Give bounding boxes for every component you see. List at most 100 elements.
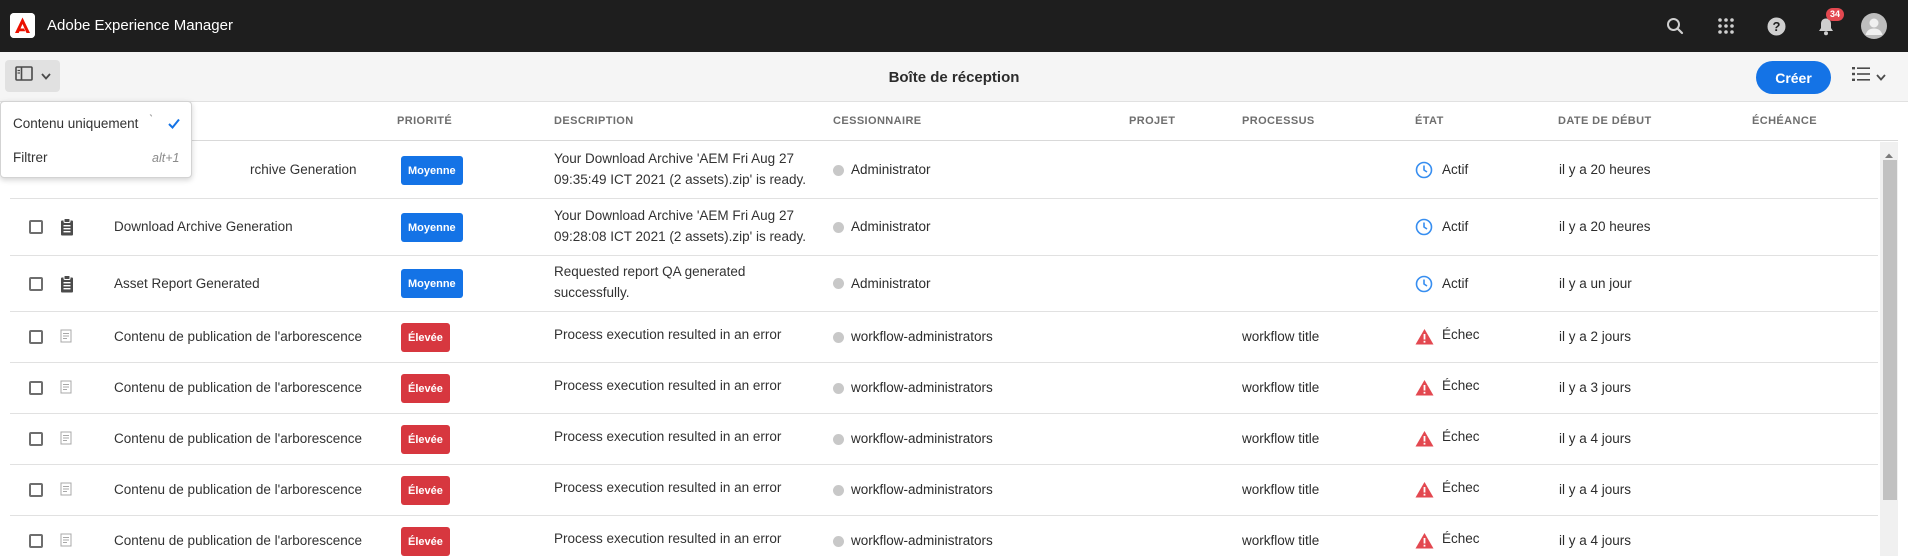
row-process: workflow title — [1242, 482, 1320, 497]
row-description: Process execution resulted in an error — [554, 327, 782, 342]
svg-text:?: ? — [1772, 19, 1780, 34]
row-checkbox[interactable] — [29, 277, 43, 291]
row-state: Actif — [1442, 276, 1469, 291]
table-row[interactable]: Contenu de publication de l'arborescence… — [10, 363, 1878, 414]
table-row[interactable]: rchive Generation Moyenne Your Download … — [10, 142, 1878, 199]
table-row[interactable]: Asset Report Generated Moyenne Requested… — [10, 256, 1878, 312]
menu-item-content-only[interactable]: Contenu uniquement — [13, 116, 138, 131]
priority-badge: Élevée — [401, 323, 450, 352]
menu-item-shortcut: alt+1 — [152, 151, 180, 165]
document-icon — [60, 482, 72, 501]
row-title: Asset Report Generated — [114, 276, 260, 291]
row-start-date: il y a 20 heures — [1559, 162, 1651, 177]
row-assignee: Administrator — [851, 219, 931, 234]
row-checkbox[interactable] — [29, 220, 43, 234]
row-start-date: il y a 4 jours — [1559, 482, 1632, 497]
priority-badge: Élevée — [401, 374, 450, 403]
row-assignee: workflow-administrators — [851, 482, 993, 497]
column-header-assignee[interactable]: Cessionnaire — [833, 115, 922, 127]
document-icon — [60, 329, 72, 348]
search-icon[interactable] — [1662, 13, 1688, 39]
user-avatar-icon[interactable] — [1861, 13, 1887, 39]
row-checkbox[interactable] — [29, 432, 43, 446]
row-start-date: il y a 4 jours — [1559, 431, 1632, 446]
row-state: Échec — [1442, 378, 1480, 393]
row-state: Échec — [1442, 327, 1480, 342]
row-state: Échec — [1442, 531, 1480, 546]
bell-icon[interactable]: 34 — [1813, 8, 1844, 39]
row-checkbox[interactable] — [29, 381, 43, 395]
help-icon[interactable]: ? — [1763, 13, 1789, 39]
table-row[interactable]: Contenu de publication de l'arborescence… — [10, 312, 1878, 363]
assignee-avatar-dot — [833, 485, 844, 496]
row-title: Download Archive Generation — [114, 219, 293, 234]
create-button[interactable]: Créer — [1756, 61, 1831, 94]
rail-options-popover: Contenu uniquement ` Filtrer alt+1 — [0, 101, 192, 178]
checkmark-icon — [168, 116, 180, 134]
row-title: Contenu de publication de l'arborescence — [114, 329, 362, 344]
adobe-logo-icon[interactable] — [10, 13, 35, 38]
view-switcher-button[interactable] — [1852, 66, 1886, 87]
page-title: Boîte de réception — [888, 69, 1020, 86]
row-start-date: il y a un jour — [1559, 276, 1632, 291]
clock-icon — [1415, 218, 1433, 241]
clipboard-icon — [60, 275, 74, 298]
menu-item-shortcut: ` — [149, 113, 154, 127]
assignee-avatar-dot — [833, 434, 844, 445]
priority-badge: Moyenne — [401, 213, 463, 242]
column-header-description[interactable]: Description — [554, 115, 634, 127]
row-start-date: il y a 4 jours — [1559, 533, 1632, 548]
row-assignee: Administrator — [851, 162, 931, 177]
row-description: Requested report QA generated successfull… — [554, 264, 746, 300]
row-title: Contenu de publication de l'arborescence — [114, 482, 362, 497]
priority-badge: Élevée — [401, 527, 450, 556]
document-icon — [60, 431, 72, 450]
assignee-avatar-dot — [833, 165, 844, 176]
row-checkbox[interactable] — [29, 483, 43, 497]
row-start-date: il y a 3 jours — [1559, 380, 1632, 395]
row-assignee: workflow-administrators — [851, 533, 993, 548]
row-state: Actif — [1442, 219, 1469, 234]
row-description: Process execution resulted in an error — [554, 531, 782, 546]
apps-grid-icon[interactable] — [1713, 13, 1739, 39]
column-header-project[interactable]: Projet — [1129, 115, 1175, 127]
menu-item-filter[interactable]: Filtrer — [13, 150, 48, 165]
inbox-table: Priorité Description Cessionnaire Projet… — [10, 103, 1908, 556]
chevron-down-icon — [1876, 68, 1886, 86]
row-description: Your Download Archive 'AEM Fri Aug 27 09:… — [554, 208, 806, 244]
row-assignee: workflow-administrators — [851, 431, 993, 446]
row-start-date: il y a 20 heures — [1559, 219, 1651, 234]
row-start-date: il y a 2 jours — [1559, 329, 1632, 344]
row-title: Contenu de publication de l'arborescence — [114, 380, 362, 395]
row-assignee: workflow-administrators — [851, 380, 993, 395]
row-assignee: Administrator — [851, 276, 931, 291]
assignee-avatar-dot — [833, 222, 844, 233]
table-row[interactable]: Contenu de publication de l'arborescence… — [10, 465, 1878, 516]
table-row[interactable]: Contenu de publication de l'arborescence… — [10, 414, 1878, 465]
priority-badge: Moyenne — [401, 156, 463, 185]
notification-count-badge: 34 — [1826, 8, 1844, 21]
app-title[interactable]: Adobe Experience Manager — [47, 17, 233, 34]
column-header-priority[interactable]: Priorité — [397, 115, 452, 127]
row-checkbox[interactable] — [29, 330, 43, 344]
column-header-due-date[interactable]: Échéance — [1752, 115, 1817, 127]
scrollbar-thumb[interactable] — [1883, 160, 1897, 500]
row-checkbox[interactable] — [29, 534, 43, 548]
table-header: Priorité Description Cessionnaire Projet… — [10, 103, 1898, 141]
row-process: workflow title — [1242, 329, 1320, 344]
row-description: Process execution resulted in an error — [554, 480, 782, 495]
row-state: Actif — [1442, 162, 1469, 177]
table-row[interactable]: Download Archive Generation Moyenne Your… — [10, 199, 1878, 256]
table-row[interactable]: Contenu de publication de l'arborescence… — [10, 516, 1878, 556]
column-header-start-date[interactable]: Date de début — [1558, 115, 1652, 127]
alert-triangle-icon — [1415, 532, 1434, 554]
assignee-avatar-dot — [833, 332, 844, 343]
document-icon — [60, 533, 72, 552]
action-bar: Boîte de réception Créer — [0, 52, 1908, 102]
shell-bar: Adobe Experience Manager ? 34 — [0, 0, 1908, 52]
row-description: Process execution resulted in an error — [554, 429, 782, 444]
column-header-state[interactable]: État — [1415, 115, 1444, 127]
row-description: Your Download Archive 'AEM Fri Aug 27 09:… — [554, 151, 806, 187]
column-header-process[interactable]: Processus — [1242, 115, 1315, 127]
priority-badge: Moyenne — [401, 269, 463, 298]
